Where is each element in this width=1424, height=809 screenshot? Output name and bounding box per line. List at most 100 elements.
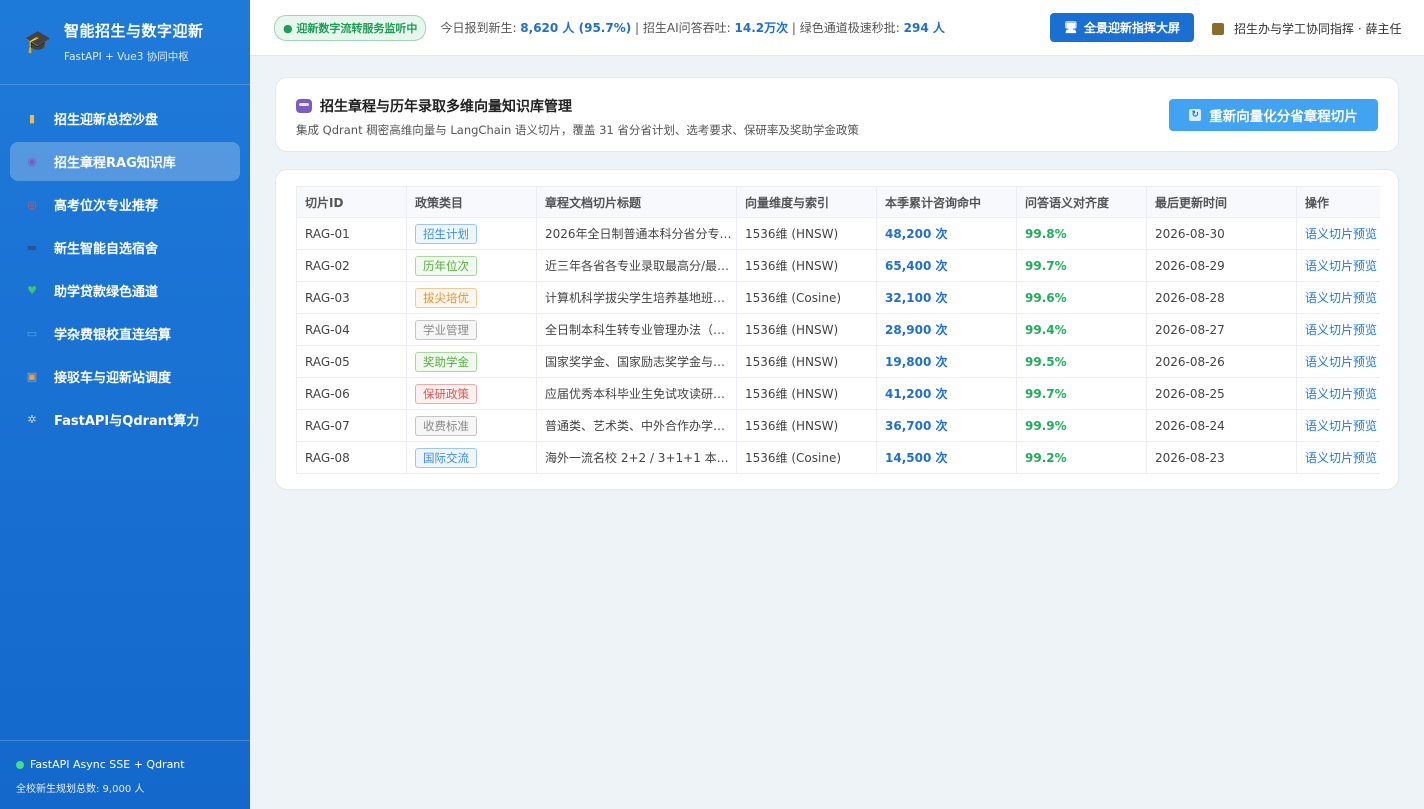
user-info[interactable]: 招生办与学工协同指挥 · 薛主任 [1212,20,1401,37]
alignment-score: 99.8% [1025,226,1067,241]
updated-date: 2026-08-30 [1155,226,1225,241]
table-cell: RAG-01 [296,217,407,250]
table-cell: 36,700 次 [876,409,1017,442]
revector-label: 重新向量化分省章程切片 [1209,109,1358,125]
slice-title: 国家奖学金、国家励志奖学金与助学金评审细则 [545,355,737,369]
live-status-badge: ● 迎新数字流转服务监听中 [274,14,427,41]
revector-button[interactable]: ↻ 重新向量化分省章程切片 [1169,99,1378,131]
sidebar-item-8[interactable]: ✲ FastAPI与Qdrant算力 [10,400,240,439]
metric3-label: | 绿色通道极速秒批: [788,21,904,35]
sidebar-item-1[interactable]: ▮ 招生迎新总控沙盘 [10,99,240,138]
hit-count: 41,200 次 [885,387,948,401]
sidebar-nav: ▮ 招生迎新总控沙盘 ◉ 招生章程RAG知识库 ◎ 高考位次专业推荐 ▬ 新生智能自选宿舍 ♥ 助… [0,85,250,439]
table-cell: 国家奖学金、国家励志奖学金与助学金评审细则 [536,345,737,378]
table-cell: 99.4% [1016,313,1147,346]
preview-link[interactable]: 语义切片预览 [1305,451,1377,465]
updated-date: 2026-08-27 [1155,322,1225,337]
preview-link[interactable]: 语义切片预览 [1305,355,1377,369]
table-cell: 语义切片预览 [1296,441,1380,474]
table-cell: 2026-08-30 [1146,217,1297,250]
table-cell: 99.7% [1016,377,1147,410]
slice-id: RAG-02 [305,258,350,273]
table-cell: 2026-08-28 [1146,281,1297,314]
slice-title: 近三年各省各专业录取最高分/最低分位次 [545,259,736,273]
table-cell: 语义切片预览 [1296,281,1380,314]
table-cell: 65,400 次 [876,249,1017,282]
user-name: 招生办与学工协同指挥 · 薛主任 [1234,22,1402,36]
table-cell: 奖助学金 [406,345,537,378]
column-header: 问答语义对齐度 [1016,186,1147,218]
graduation-cap-icon: 🎓 [24,29,52,55]
table-header-row: 切片ID 政策类目 章程文档切片标题 向量维度与索引 本季累计咨询命中 问答语义对齐度 最后… [296,186,1380,218]
big-screen-button[interactable]: 🖥 全景迎新指挥大屏 [1050,13,1194,42]
kb-description: 集成 Qdrant 稠密高维向量与 LangChain 语义切片，覆盖 31 省… [296,123,859,137]
table-cell: 普通类、艺术类、中外合作办学专业收费标准 [536,409,737,442]
policy-tag: 国际交流 [415,447,477,468]
hit-count: 36,700 次 [885,419,948,433]
table-cell: 2026-08-25 [1146,377,1297,410]
table-cell: 语义切片预览 [1296,345,1380,378]
table-cell: 语义切片预览 [1296,217,1380,250]
column-header: 向量维度与索引 [736,186,877,218]
policy-tag: 招生计划 [415,223,477,244]
table-scroll-area[interactable]: 切片ID 政策类目 章程文档切片标题 向量维度与索引 本季累计咨询命中 问答语义对齐度 最后… [296,186,1380,474]
table-cell: 计算机科学拔尖学生培养基地班选拔办法 [536,281,737,314]
robot-icon: ◉ [27,155,37,168]
monitor-icon: 🖥 [1064,21,1078,34]
table-row: RAG-06 保研政策 应届优秀本科毕业生免试攻读研究生推荐办法 1536维 (HNS… [296,377,1380,410]
table-cell: 1536维 (HNSW) [736,409,877,442]
sidebar-item-3[interactable]: ◎ 高考位次专业推荐 [10,185,240,224]
table-cell: 1536维 (HNSW) [736,249,877,282]
updated-date: 2026-08-28 [1155,290,1225,305]
column-header: 操作 [1296,186,1380,218]
preview-link[interactable]: 语义切片预览 [1305,291,1377,305]
preview-link[interactable]: 语义切片预览 [1305,227,1377,241]
sidebar-item-2[interactable]: ◉ 招生章程RAG知识库 [10,142,240,181]
table-cell: RAG-08 [296,441,407,474]
table-cell: 99.5% [1016,345,1147,378]
gear-icon: ✲ [27,413,37,426]
table-cell: 28,900 次 [876,313,1017,346]
big-screen-label: 全景迎新指挥大屏 [1083,21,1180,35]
table-body: RAG-01 招生计划 2026年全日制普通本科分省分专业招生计划 1536维 (HN… [296,217,1380,474]
alignment-score: 99.9% [1025,418,1067,433]
sidebar-item-label: 学杂费银校直连结算 [54,328,172,343]
table-cell: 历年位次 [406,249,537,282]
hit-count: 19,800 次 [885,355,948,369]
table-cell: 国际交流 [406,441,537,474]
preview-link[interactable]: 语义切片预览 [1305,259,1377,273]
table-cell: 99.2% [1016,441,1147,474]
slice-title: 普通类、艺术类、中外合作办学专业收费标准 [545,419,737,433]
kb-table-card: 切片ID 政策类目 章程文档切片标题 向量维度与索引 本季累计咨询命中 问答语义对齐度 最后… [275,169,1399,490]
updated-date: 2026-08-29 [1155,258,1225,273]
table-cell: RAG-03 [296,281,407,314]
vector-index: 1536维 (HNSW) [745,259,839,273]
sidebar-item-4[interactable]: ▬ 新生智能自选宿舍 [10,228,240,267]
preview-link[interactable]: 语义切片预览 [1305,323,1377,337]
preview-link[interactable]: 语义切片预览 [1305,387,1377,401]
slice-title: 计算机科学拔尖学生培养基地班选拔办法 [545,291,737,305]
sidebar-item-6[interactable]: ▭ 学杂费银校直连结算 [10,314,240,353]
alignment-score: 99.7% [1025,386,1067,401]
updated-date: 2026-08-24 [1155,418,1225,433]
bed-icon: ▬ [26,241,38,254]
table-cell: 2026-08-29 [1146,249,1297,282]
table-row: RAG-01 招生计划 2026年全日制普通本科分省分专业招生计划 1536维 (HN… [296,217,1380,250]
bus-icon: ▣ [26,370,38,383]
metric2-label: | 招生AI问答吞吐: [631,21,735,35]
sidebar-item-label: 招生章程RAG知识库 [54,156,176,171]
metric3-value: 294 人 [903,21,945,35]
slice-id: RAG-06 [305,386,350,401]
sidebar-item-7[interactable]: ▣ 接驳车与迎新站调度 [10,357,240,396]
refresh-icon: ↻ [1189,109,1202,121]
table-cell: 拔尖培优 [406,281,537,314]
table-cell: 1536维 (HNSW) [736,313,877,346]
kb-title: 招生章程与历年录取多维向量知识库管理 [296,96,572,116]
sidebar-item-label: 高考位次专业推荐 [54,199,159,214]
policy-tag: 收费标准 [415,415,477,436]
sidebar-item-5[interactable]: ♥ 助学贷款绿色通道 [10,271,240,310]
hit-count: 32,100 次 [885,291,948,305]
preview-link[interactable]: 语义切片预览 [1305,419,1377,433]
slice-title: 2026年全日制普通本科分省分专业招生计划 [545,227,736,241]
slice-title: 全日制本科生转专业管理办法（修订） [545,323,737,337]
